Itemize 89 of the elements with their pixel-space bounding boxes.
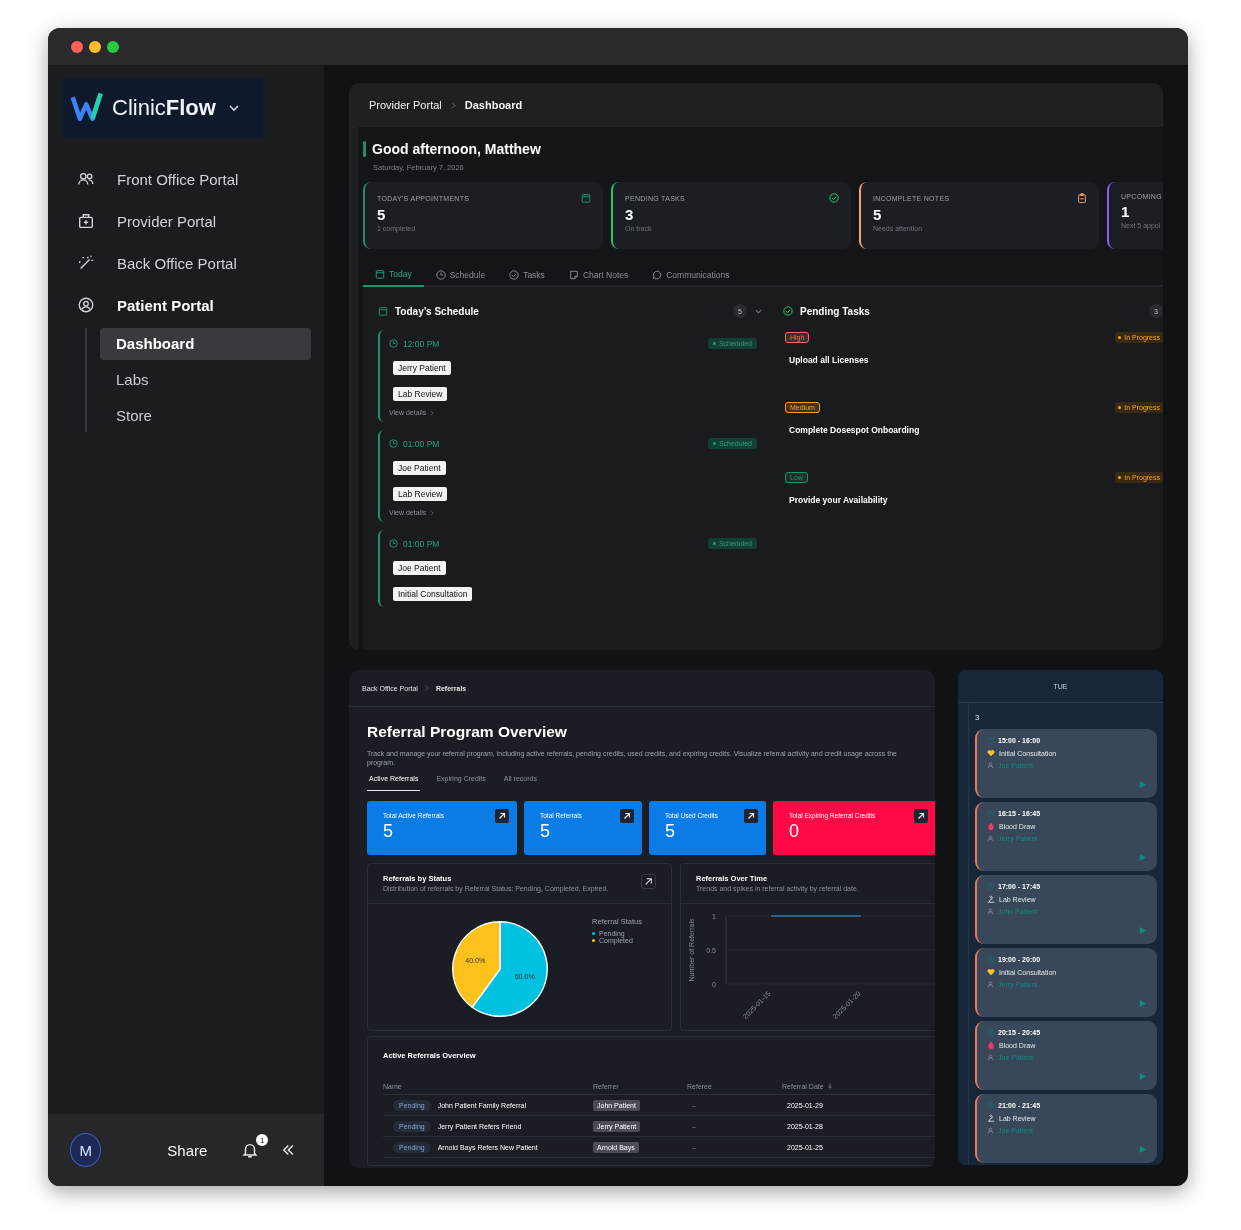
external-link-icon[interactable] bbox=[495, 809, 509, 823]
appointment-time: 01:00 PM bbox=[403, 538, 441, 549]
task-title[interactable]: Provide your Availability bbox=[785, 495, 1163, 505]
tab[interactable]: Tasks bbox=[497, 265, 557, 287]
nav-item[interactable]: Provider Portal bbox=[48, 200, 324, 242]
external-link-icon[interactable] bbox=[620, 809, 634, 823]
clock-icon bbox=[389, 339, 398, 348]
metric-value: 5 bbox=[665, 821, 676, 842]
stat-value: 5 bbox=[377, 206, 387, 223]
chevron-right-icon bbox=[429, 409, 436, 416]
clock-icon bbox=[435, 270, 446, 280]
patient-chip: Joe Patient bbox=[393, 461, 446, 475]
nav-item[interactable]: Back Office Portal bbox=[48, 242, 324, 284]
metric-value: 5 bbox=[540, 821, 551, 842]
metric-value: 5 bbox=[383, 821, 394, 842]
person-icon bbox=[987, 762, 994, 769]
section-title: Today’s Schedule bbox=[395, 305, 480, 317]
stat-value: 3 bbox=[625, 206, 635, 223]
check-circle-icon bbox=[783, 306, 793, 316]
clock-icon bbox=[987, 883, 994, 890]
greeting-title: Good afternoon, Matthew bbox=[372, 141, 541, 157]
person-icon bbox=[987, 1127, 994, 1134]
tab[interactable]: Schedule bbox=[423, 265, 498, 287]
heart-hands-icon bbox=[987, 968, 995, 976]
chevron-right-icon bbox=[429, 509, 436, 516]
calendar-icon bbox=[375, 269, 385, 279]
person-icon bbox=[987, 981, 994, 988]
page-title: Referral Program Overview bbox=[367, 723, 568, 741]
patient-chip: Jerry Patient bbox=[393, 361, 451, 375]
appointment-type-chip: Lab Review bbox=[393, 387, 448, 401]
clock-icon bbox=[987, 1102, 994, 1109]
check-circle-icon bbox=[829, 193, 839, 203]
external-link-icon[interactable] bbox=[641, 874, 656, 889]
clipboard-icon bbox=[1077, 193, 1087, 203]
calendar-icon bbox=[378, 306, 388, 316]
appointment-time: 12:00 PM bbox=[403, 338, 441, 349]
accent-bar bbox=[363, 141, 366, 157]
clock-icon bbox=[389, 539, 398, 548]
nav-icon bbox=[77, 212, 95, 230]
appointment-type-chip: Initial Consultation bbox=[393, 587, 473, 601]
collapse-sidebar-icon[interactable] bbox=[281, 1142, 296, 1158]
external-link-icon[interactable] bbox=[744, 809, 758, 823]
bell-icon[interactable] bbox=[241, 1141, 260, 1159]
sub-nav-item[interactable]: Labs bbox=[100, 364, 311, 396]
clock-icon bbox=[987, 737, 994, 744]
date-number: 3 bbox=[975, 713, 981, 722]
appointment-type-chip: Lab Review bbox=[393, 487, 448, 501]
metric-value: 0 bbox=[789, 821, 800, 842]
clock-icon bbox=[987, 956, 994, 963]
maximize-window-dot[interactable] bbox=[107, 40, 119, 53]
sub-nav-item[interactable]: Store bbox=[100, 400, 311, 432]
task-title[interactable]: Complete Dosespot Onboarding bbox=[785, 425, 1163, 435]
note-icon bbox=[568, 270, 579, 280]
sub-nav-item[interactable]: Dashboard bbox=[100, 328, 311, 360]
clock-icon bbox=[987, 810, 994, 817]
external-link-icon[interactable] bbox=[914, 809, 928, 823]
nav-icon bbox=[77, 296, 95, 314]
person-icon bbox=[987, 1054, 994, 1061]
tab[interactable]: Communications bbox=[640, 265, 742, 287]
blood-drop-icon bbox=[987, 822, 995, 830]
appointment-time: 01:00 PM bbox=[403, 438, 441, 449]
chevron-down-icon bbox=[227, 102, 240, 114]
clock-icon bbox=[389, 439, 398, 448]
section-title: Pending Tasks bbox=[800, 305, 871, 317]
nav-item[interactable]: Front Office Portal bbox=[48, 158, 324, 200]
minimize-window-dot[interactable] bbox=[89, 40, 101, 53]
breadcrumb-link[interactable]: Provider Portal bbox=[369, 99, 442, 111]
notification-badge: 1 bbox=[256, 1134, 269, 1146]
breadcrumb-current: Dashboard bbox=[464, 99, 523, 111]
blood-drop-icon bbox=[987, 1041, 995, 1049]
stat-value: 1 bbox=[1121, 203, 1131, 220]
task-title[interactable]: Upload all Licenses bbox=[785, 355, 1163, 365]
stat-value: 5 bbox=[873, 206, 883, 223]
check-circle-icon bbox=[509, 270, 520, 280]
person-icon bbox=[987, 908, 994, 915]
chevron-right-icon bbox=[423, 685, 430, 691]
share-button[interactable]: Share bbox=[167, 1141, 208, 1159]
close-window-dot[interactable] bbox=[71, 40, 83, 53]
patient-chip: Joe Patient bbox=[393, 561, 446, 575]
user-avatar[interactable]: M bbox=[70, 1133, 102, 1167]
nav-item[interactable]: Patient Portal bbox=[48, 284, 324, 326]
heart-hands-icon bbox=[987, 749, 995, 757]
tab[interactable]: Chart Notes bbox=[556, 265, 641, 287]
calendar-icon bbox=[581, 193, 591, 203]
person-icon bbox=[987, 835, 994, 842]
chat-bubble-icon bbox=[652, 270, 663, 280]
chevron-right-icon bbox=[449, 101, 457, 109]
clock-icon bbox=[987, 1029, 994, 1036]
brand-logo[interactable]: ClinicFlow bbox=[62, 78, 263, 138]
